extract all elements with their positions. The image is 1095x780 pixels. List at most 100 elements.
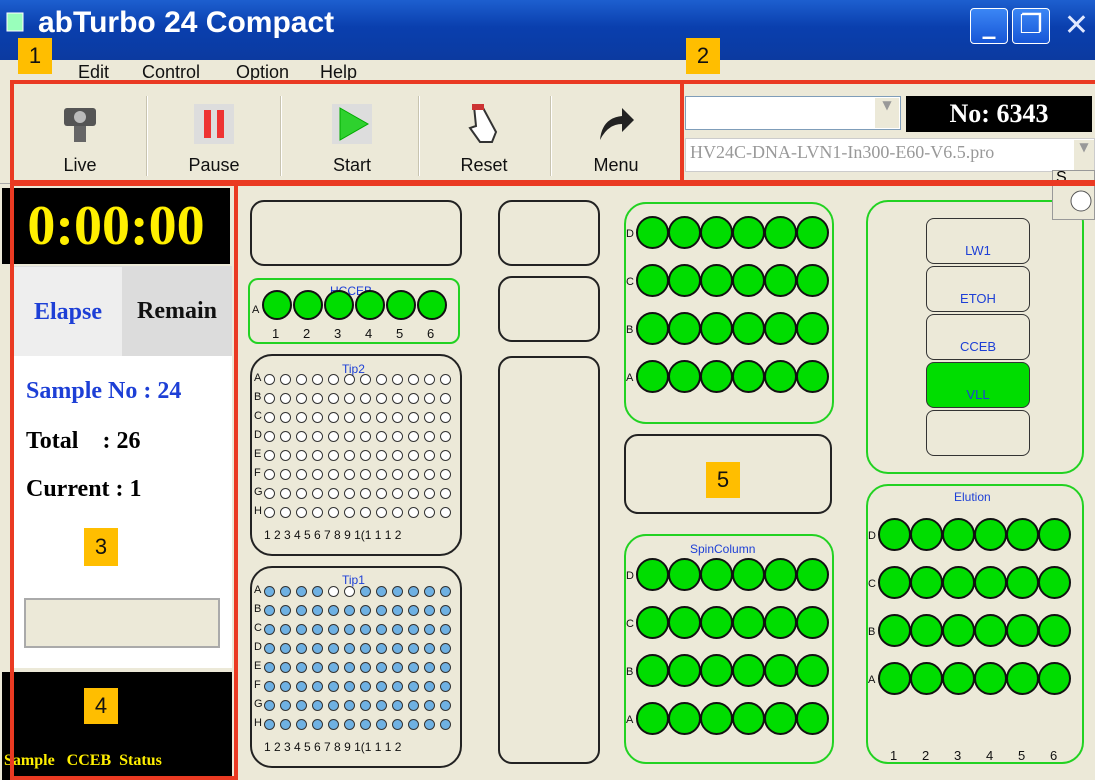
tip-well[interactable] [392, 624, 403, 635]
tip-well[interactable] [312, 469, 323, 480]
sample-well[interactable] [636, 702, 669, 735]
tip-well[interactable] [344, 450, 355, 461]
tip-well[interactable] [264, 469, 275, 480]
tip-well[interactable] [264, 507, 275, 518]
tip-well[interactable] [296, 681, 307, 692]
tip-well[interactable] [424, 393, 435, 404]
sample-well[interactable] [764, 216, 797, 249]
tip-well[interactable] [360, 393, 371, 404]
tip-well[interactable] [424, 586, 435, 597]
tip-well[interactable] [312, 662, 323, 673]
tip-well[interactable] [280, 488, 291, 499]
sample-well[interactable] [974, 566, 1007, 599]
sample-well[interactable] [796, 606, 829, 639]
sample-well[interactable] [700, 360, 733, 393]
tip-well[interactable] [328, 586, 339, 597]
tip-well[interactable] [264, 488, 275, 499]
tip-well[interactable] [280, 605, 291, 616]
sample-well[interactable] [910, 566, 943, 599]
sample-well[interactable] [668, 264, 701, 297]
tip-well[interactable] [440, 605, 451, 616]
tip-well[interactable] [392, 586, 403, 597]
tip-well[interactable] [392, 412, 403, 423]
tip-well[interactable] [344, 662, 355, 673]
sample-well[interactable] [796, 558, 829, 591]
tip-well[interactable] [360, 662, 371, 673]
hcceb-well[interactable] [293, 290, 323, 320]
tip-well[interactable] [360, 700, 371, 711]
tip-well[interactable] [280, 643, 291, 654]
tip-well[interactable] [408, 700, 419, 711]
tip-well[interactable] [344, 507, 355, 518]
tip-well[interactable] [312, 624, 323, 635]
sample-well[interactable] [878, 566, 911, 599]
tab-remain[interactable]: Remain [122, 266, 232, 356]
sample-well[interactable] [910, 518, 943, 551]
tip-well[interactable] [440, 488, 451, 499]
close-icon[interactable]: ✕ [1058, 8, 1095, 44]
sample-well[interactable] [700, 606, 733, 639]
tip-well[interactable] [344, 469, 355, 480]
tip-well[interactable] [344, 643, 355, 654]
tip-well[interactable] [296, 700, 307, 711]
sample-well[interactable] [700, 558, 733, 591]
tip-well[interactable] [264, 374, 275, 385]
tip-well[interactable] [296, 662, 307, 673]
sample-well[interactable] [910, 662, 943, 695]
tip-well[interactable] [344, 719, 355, 730]
empty-slot[interactable] [498, 200, 600, 266]
tip-well[interactable] [296, 431, 307, 442]
sample-well[interactable] [732, 264, 765, 297]
tip-well[interactable] [280, 681, 291, 692]
tip-well[interactable] [376, 643, 387, 654]
tip-well[interactable] [312, 700, 323, 711]
sample-well[interactable] [636, 606, 669, 639]
menu-option[interactable]: Option [236, 62, 289, 83]
device-select[interactable]: ▼ [685, 96, 901, 130]
sample-well[interactable] [668, 312, 701, 345]
tip-well[interactable] [328, 374, 339, 385]
tip-well[interactable] [424, 431, 435, 442]
tip-well[interactable] [360, 643, 371, 654]
tip-well[interactable] [328, 488, 339, 499]
tip-well[interactable] [392, 605, 403, 616]
tip-well[interactable] [328, 412, 339, 423]
sample-well[interactable] [764, 312, 797, 345]
sample-well[interactable] [878, 662, 911, 695]
sample-well[interactable] [942, 518, 975, 551]
sample-well[interactable] [732, 654, 765, 687]
tip-well[interactable] [376, 507, 387, 518]
tip-well[interactable] [328, 643, 339, 654]
tip-well[interactable] [392, 431, 403, 442]
sample-well[interactable] [700, 702, 733, 735]
tip-well[interactable] [440, 681, 451, 692]
tip-well[interactable] [264, 719, 275, 730]
sample-well[interactable] [796, 216, 829, 249]
tip-well[interactable] [408, 450, 419, 461]
tip-well[interactable] [264, 681, 275, 692]
tip-well[interactable] [344, 488, 355, 499]
tip-well[interactable] [424, 488, 435, 499]
live-button[interactable]: Live [16, 96, 144, 180]
tip-well[interactable] [328, 662, 339, 673]
sample-well[interactable] [668, 360, 701, 393]
tip-well[interactable] [360, 586, 371, 597]
tip-well[interactable] [312, 488, 323, 499]
tip-well[interactable] [392, 450, 403, 461]
menu-help[interactable]: Help [320, 62, 357, 83]
tip-well[interactable] [424, 469, 435, 480]
tip-well[interactable] [440, 450, 451, 461]
tip-well[interactable] [312, 412, 323, 423]
tip-well[interactable] [392, 681, 403, 692]
tip-well[interactable] [344, 586, 355, 597]
tip-well[interactable] [264, 643, 275, 654]
tip-well[interactable] [328, 700, 339, 711]
tip-well[interactable] [344, 624, 355, 635]
hcceb-well[interactable] [355, 290, 385, 320]
tip-well[interactable] [264, 662, 275, 673]
tip-well[interactable] [408, 393, 419, 404]
sample-well[interactable] [636, 264, 669, 297]
sample-well[interactable] [974, 614, 1007, 647]
tip-well[interactable] [312, 586, 323, 597]
sample-well[interactable] [764, 654, 797, 687]
